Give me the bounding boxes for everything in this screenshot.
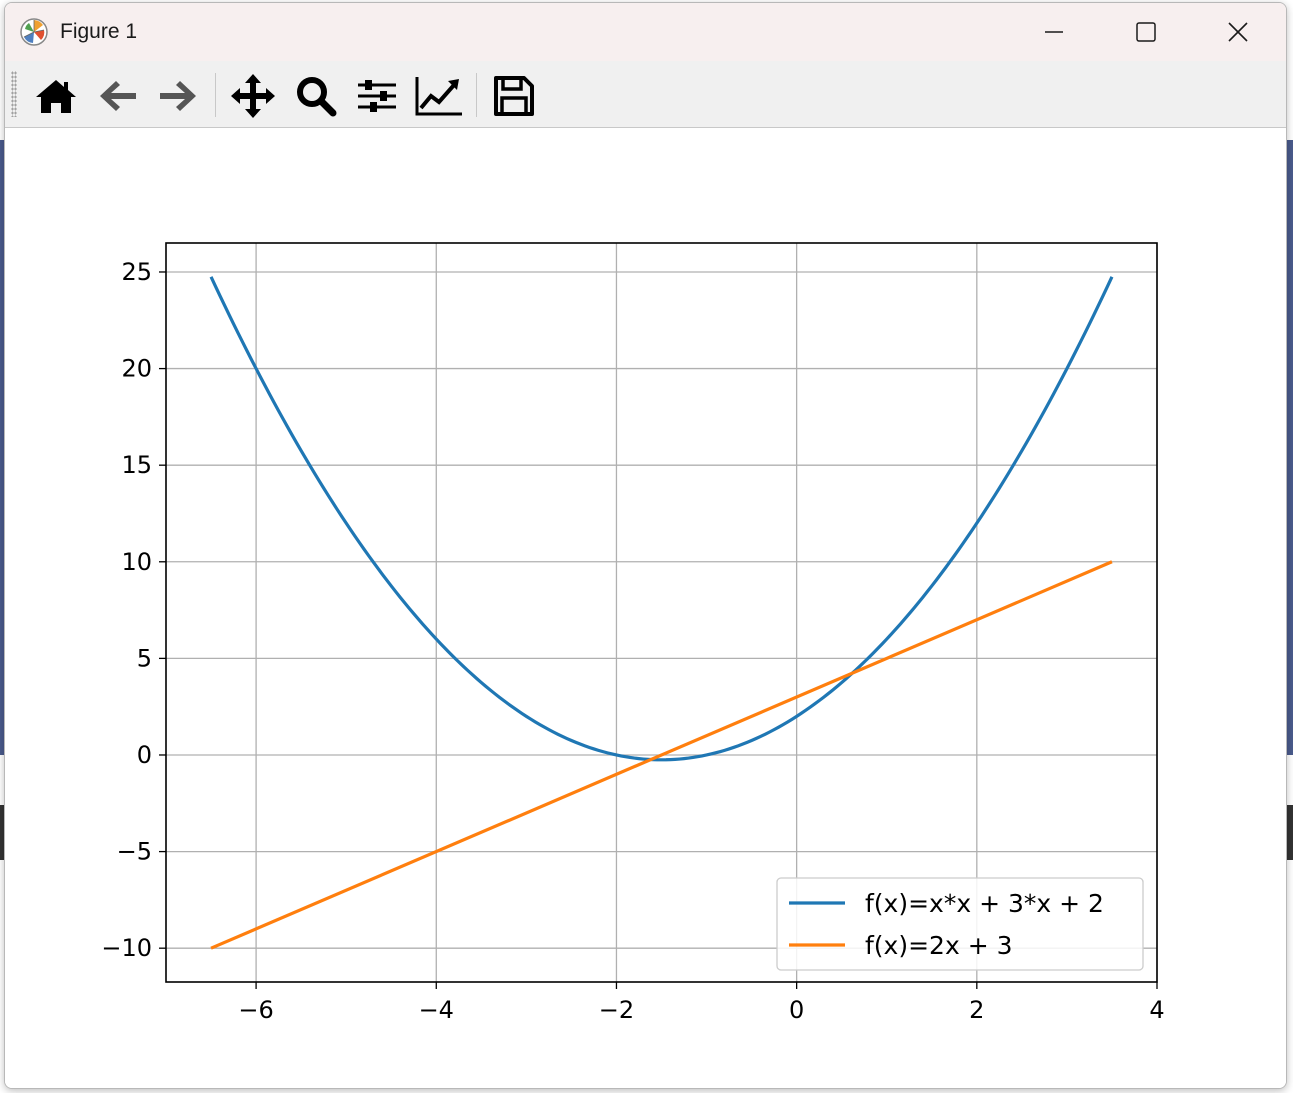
x-tick-label: 4 — [1149, 996, 1164, 1024]
matplotlib-logo-icon — [19, 17, 49, 47]
zoom-button[interactable] — [291, 71, 341, 121]
home-button[interactable] — [31, 71, 81, 121]
y-tick-label: 15 — [121, 451, 152, 479]
back-button[interactable] — [93, 71, 143, 121]
maximize-icon — [1136, 22, 1156, 42]
y-tick-label: −5 — [117, 838, 152, 866]
home-icon — [36, 80, 76, 113]
forward-button[interactable] — [153, 71, 203, 121]
y-tick-label: 0 — [137, 741, 152, 769]
forward-arrow-icon — [160, 81, 196, 111]
legend-label: f(x)=x*x + 3*x + 2 — [865, 889, 1104, 918]
maximize-button[interactable] — [1100, 3, 1192, 61]
x-tick-label: −2 — [599, 996, 634, 1024]
toolbar-separator — [215, 73, 216, 117]
save-icon — [494, 76, 534, 116]
y-tick-label: 20 — [121, 355, 152, 383]
x-tick-label: 2 — [969, 996, 984, 1024]
figure-canvas[interactable]: −6 −4 −2 0 2 4 −10 −5 0 5 10 15 20 25 f(x)=x*x + 3*x … — [5, 128, 1286, 1088]
minimize-button[interactable] — [1008, 3, 1100, 61]
window-title: Figure 1 — [60, 20, 138, 43]
edit-axis-icon — [415, 77, 462, 116]
close-button[interactable] — [1192, 3, 1284, 61]
configure-subplots-icon — [358, 80, 396, 112]
axes-frame — [165, 242, 1158, 983]
toolbar-separator — [476, 73, 477, 117]
y-tick-label: 10 — [121, 548, 152, 576]
x-tick-label: 0 — [789, 996, 804, 1024]
grid-lines — [166, 243, 1158, 982]
pan-icon — [231, 74, 275, 118]
line-chart[interactable]: −6 −4 −2 0 2 4 −10 −5 0 5 10 15 20 25 f(x)=x*x + 3*x … — [5, 128, 1286, 1088]
figure-window: Figure 1 −6 −4 −2 0 2 4 −10 −5 0 5 10 15… — [4, 2, 1287, 1089]
close-icon — [1228, 22, 1248, 42]
y-tick-label: 25 — [121, 258, 152, 286]
legend[interactable]: f(x)=x*x + 3*x + 2 f(x)=2x + 3 — [776, 877, 1144, 971]
title-bar[interactable]: Figure 1 — [5, 3, 1286, 61]
back-arrow-icon — [100, 81, 136, 111]
edit-axis-button[interactable] — [414, 71, 464, 121]
y-tick-label: −10 — [101, 934, 152, 962]
zoom-icon — [297, 77, 337, 117]
navigation-toolbar — [5, 61, 1286, 128]
pan-button[interactable] — [228, 71, 278, 121]
minimize-icon — [1045, 31, 1063, 33]
toolbar-grip[interactable] — [11, 71, 17, 117]
x-tick-label: −6 — [238, 996, 273, 1024]
configure-subplots-button[interactable] — [352, 71, 402, 121]
save-button[interactable] — [489, 71, 539, 121]
legend-label: f(x)=2x + 3 — [865, 931, 1013, 960]
x-tick-label: −4 — [419, 996, 454, 1024]
y-tick-label: 5 — [137, 644, 152, 672]
